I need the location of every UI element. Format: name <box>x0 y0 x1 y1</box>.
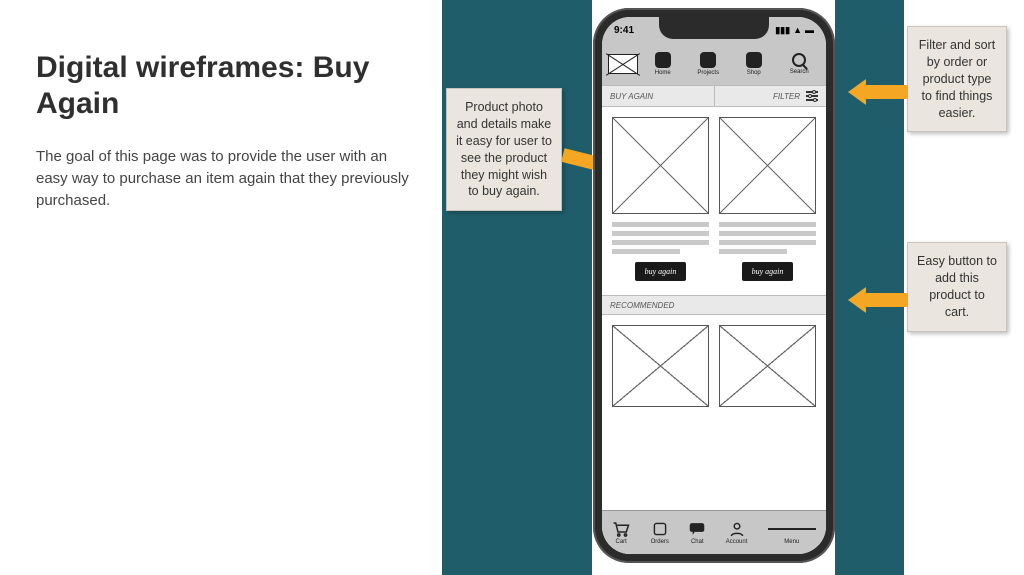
nav-projects[interactable]: Projects <box>688 52 730 76</box>
bottom-menu[interactable]: Menu <box>768 521 816 545</box>
bottom-account[interactable]: Account <box>726 521 748 545</box>
projects-icon <box>700 52 716 68</box>
top-nav: Home Projects Shop Search <box>602 43 826 85</box>
bottom-chat[interactable]: Chat <box>689 521 705 545</box>
status-time: 9:41 <box>614 25 634 36</box>
section-bar: BUY AGAIN FILTER <box>602 85 826 107</box>
home-icon <box>655 52 671 68</box>
buy-again-button[interactable]: buy again <box>635 262 687 281</box>
phone-notch <box>659 17 769 39</box>
nav-shop[interactable]: Shop <box>733 52 775 76</box>
slide-body: The goal of this page was to provide the… <box>36 146 416 211</box>
recommended-grid <box>602 315 826 407</box>
nav-home-label: Home <box>642 70 684 76</box>
annotation-filter: Filter and sort by order or product type… <box>907 26 1007 132</box>
annotation-product: Product photo and details make it easy f… <box>446 88 562 211</box>
nav-search[interactable]: Search <box>779 53 821 75</box>
cart-icon <box>612 521 630 537</box>
product-detail-lines <box>719 222 816 254</box>
logo-placeholder[interactable] <box>608 54 638 74</box>
product-detail-lines <box>612 222 709 254</box>
arrow-to-filter <box>848 82 908 102</box>
bottom-chat-label: Chat <box>689 539 705 545</box>
product-image-placeholder <box>612 117 709 214</box>
product-card[interactable]: buy again <box>612 117 709 281</box>
filter-button[interactable]: FILTER <box>715 86 827 106</box>
bottom-account-label: Account <box>726 539 748 545</box>
annotation-button: Easy button to add this product to cart. <box>907 242 1007 332</box>
product-image-placeholder[interactable] <box>719 325 816 407</box>
search-icon <box>792 53 806 67</box>
buy-again-grid: buy again buy again <box>602 107 826 291</box>
product-image-placeholder[interactable] <box>612 325 709 407</box>
section-buy-again-label: BUY AGAIN <box>610 92 653 101</box>
chat-icon <box>689 521 705 537</box>
bottom-cart-label: Cart <box>612 539 630 545</box>
status-indicators: ▮▮▮ ▲ ▬ <box>775 25 814 36</box>
decorative-band-left <box>442 0 592 575</box>
bottom-cart[interactable]: Cart <box>612 521 630 545</box>
battery-icon: ▬ <box>805 25 814 35</box>
product-card[interactable]: buy again <box>719 117 816 281</box>
wifi-icon: ▲ <box>793 25 802 35</box>
bottom-menu-label: Menu <box>768 539 816 545</box>
shop-icon <box>746 52 762 68</box>
nav-shop-label: Shop <box>733 70 775 76</box>
buy-again-button[interactable]: buy again <box>742 262 794 281</box>
slide-stage: Digital wireframes: Buy Again The goal o… <box>0 0 1024 575</box>
nav-search-label: Search <box>779 69 821 75</box>
slide-title: Digital wireframes: Buy Again <box>36 50 416 122</box>
nav-home[interactable]: Home <box>642 52 684 76</box>
bottom-nav: Cart Orders Chat <box>602 510 826 554</box>
arrow-to-button <box>848 290 908 310</box>
recommended-label: RECOMMENDED <box>610 301 674 310</box>
account-icon <box>726 521 748 537</box>
orders-icon <box>651 521 669 537</box>
filter-label: FILTER <box>773 92 800 101</box>
app-body: Home Projects Shop Search <box>602 43 826 554</box>
hamburger-icon <box>768 521 816 537</box>
signal-icon: ▮▮▮ <box>775 25 790 36</box>
phone-frame: 9:41 ▮▮▮ ▲ ▬ Home Projects <box>593 8 835 563</box>
filter-icon <box>806 91 818 101</box>
phone-screen: 9:41 ▮▮▮ ▲ ▬ Home Projects <box>602 17 826 554</box>
slide-text-column: Digital wireframes: Buy Again The goal o… <box>36 50 416 211</box>
bottom-orders[interactable]: Orders <box>651 521 669 545</box>
nav-projects-label: Projects <box>688 70 730 76</box>
recommended-header: RECOMMENDED <box>602 295 826 315</box>
bottom-orders-label: Orders <box>651 539 669 545</box>
product-image-placeholder <box>719 117 816 214</box>
section-buy-again[interactable]: BUY AGAIN <box>602 86 715 106</box>
